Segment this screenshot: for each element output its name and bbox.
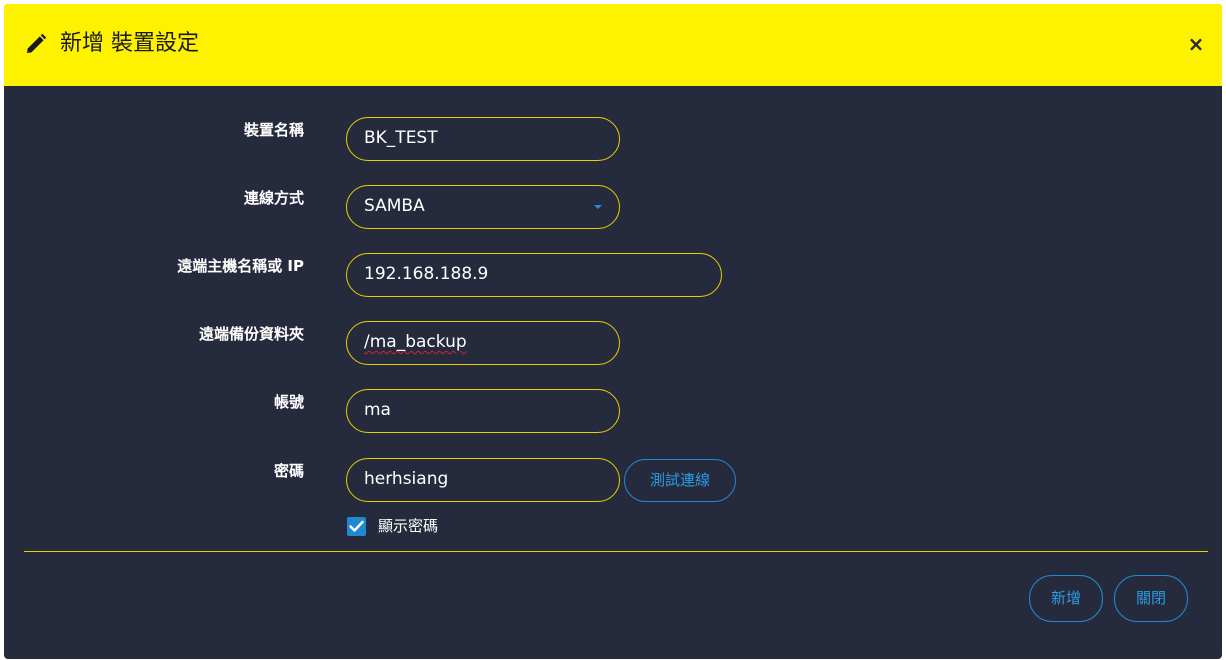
close-button[interactable]: 關閉 bbox=[1114, 575, 1188, 622]
remote-host-input[interactable]: 192.168.188.9 bbox=[346, 253, 722, 297]
chevron-down-icon bbox=[594, 205, 602, 209]
account-label: 帳號 bbox=[273, 393, 304, 411]
show-password-label: 顯示密碼 bbox=[378, 517, 439, 535]
connection-method-select[interactable]: SAMBA bbox=[346, 185, 620, 229]
remote-folder-input[interactable]: /ma_backup bbox=[346, 321, 620, 365]
account-input[interactable]: ma bbox=[346, 389, 620, 433]
remote-folder-value: /ma_backup bbox=[364, 332, 467, 352]
password-label: 密碼 bbox=[273, 462, 304, 480]
remote-host-label: 遠端主機名稱或 IP bbox=[177, 257, 304, 275]
device-name-input[interactable]: BK_TEST bbox=[346, 117, 620, 161]
dialog-title: 新增 裝置設定 bbox=[60, 31, 199, 56]
account-value: ma bbox=[364, 400, 391, 420]
connection-method-label: 連線方式 bbox=[243, 189, 304, 207]
pencil-icon bbox=[24, 32, 48, 56]
device-name-label: 裝置名稱 bbox=[243, 121, 304, 139]
device-name-value: BK_TEST bbox=[364, 128, 438, 148]
password-value: herhsiang bbox=[364, 469, 449, 489]
dialog-title-bar: 新增 裝置設定 × bbox=[4, 4, 1222, 86]
close-icon[interactable]: × bbox=[1184, 32, 1208, 56]
password-input[interactable]: herhsiang bbox=[346, 458, 620, 502]
connection-method-value: SAMBA bbox=[364, 196, 425, 216]
add-button[interactable]: 新增 bbox=[1029, 575, 1103, 622]
show-password-checkbox[interactable] bbox=[347, 517, 366, 536]
test-connection-button[interactable]: 測試連線 bbox=[624, 459, 736, 502]
remote-host-value: 192.168.188.9 bbox=[364, 264, 489, 284]
add-device-dialog: 新增 裝置設定 × 裝置名稱 BK_TEST 連線方式 SAMBA 遠端主機名稱… bbox=[4, 4, 1222, 659]
footer-divider bbox=[24, 551, 1208, 552]
remote-folder-label: 遠端備份資料夾 bbox=[198, 325, 304, 343]
